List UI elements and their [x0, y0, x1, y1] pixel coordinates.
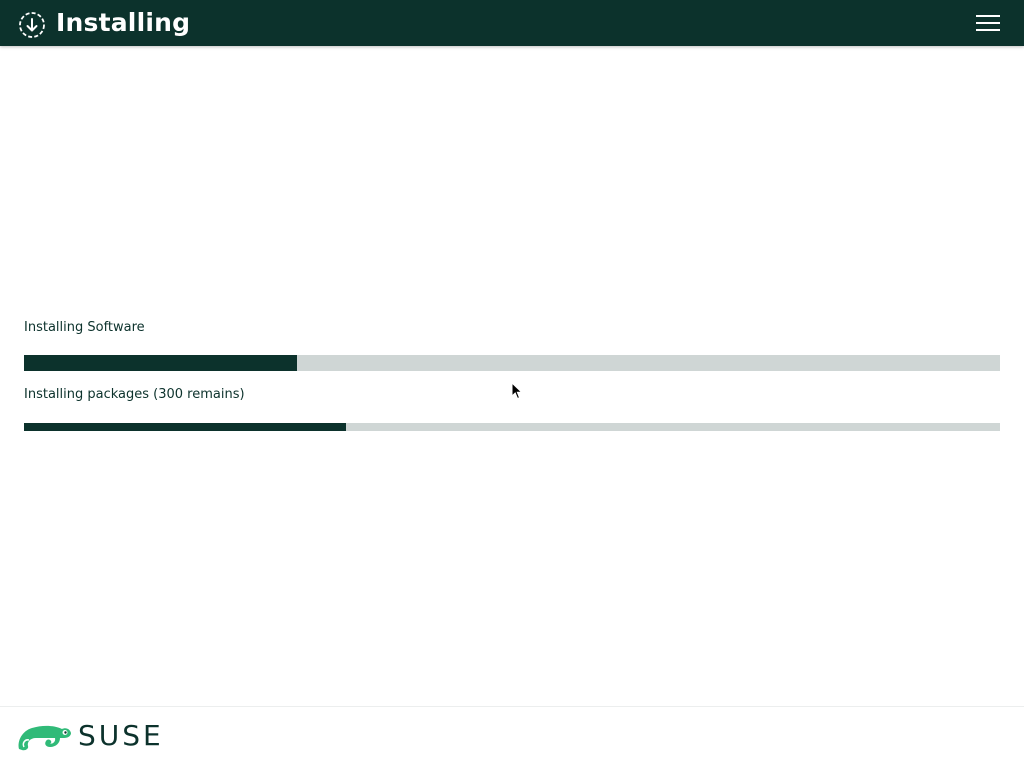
installation-progress: Installing Software Installing packages … [24, 318, 1000, 431]
app-header: Installing [0, 0, 1024, 46]
download-circle-icon [19, 12, 45, 38]
footer: SUSE [0, 706, 1024, 769]
brand-name: SUSE [78, 719, 164, 752]
main-progress-label: Installing Software [24, 320, 145, 335]
sub-progress-fill [24, 423, 347, 431]
hamburger-menu-icon[interactable] [976, 14, 1000, 32]
suse-chameleon-logo [18, 725, 71, 751]
main-progress-fill [24, 355, 298, 371]
sub-progress-bar [24, 423, 1000, 431]
main-progress-bar [24, 355, 1000, 371]
page-title: Installing [56, 8, 191, 37]
mouse-cursor-icon [511, 382, 523, 400]
